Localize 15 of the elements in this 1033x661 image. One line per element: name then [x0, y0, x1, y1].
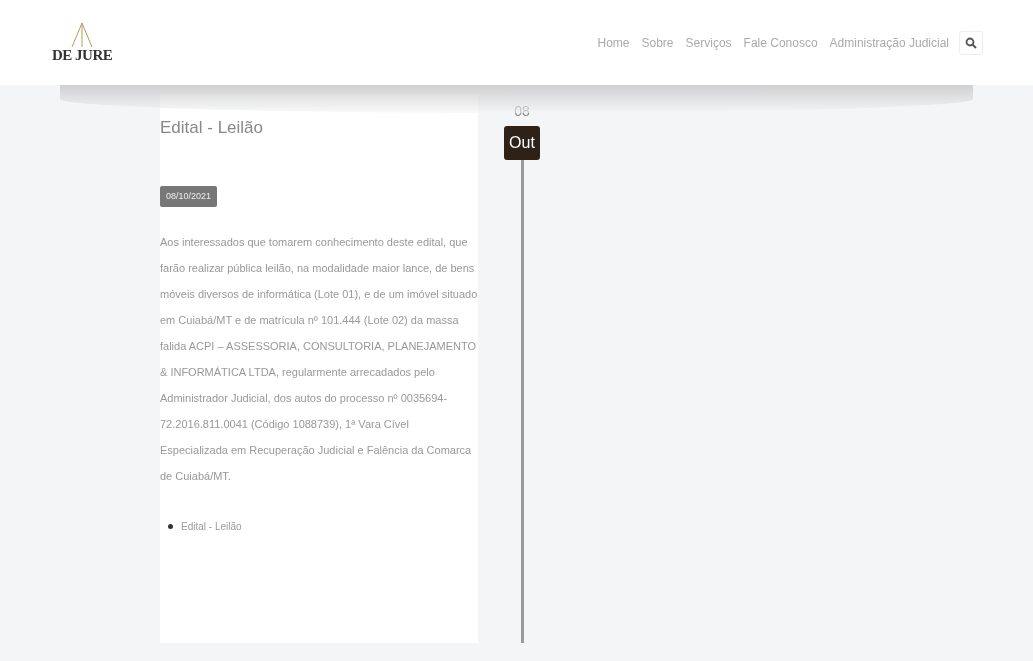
date-badge: 08/10/2021: [160, 185, 218, 207]
post-body: Aos interessados que tomarem conhecimento deste edital, que farão realizar pública leilão, na modalidade maior lance, de bens móveis diversos de informática (Lote 01), e de um imóvel situado em Cuiabá/MT e de matrícula nº 101.444 (Lote 02) da massa falida ACPI – ASSESSORIA, CONSULTORIA, PLANEJAMENTO & INFORMÁTICA LTDA, regularmente arrecadados pelo Administrador Judicial, dos autos do processo nº 0035694-72.2016.811.0041 (Código 1088739), 1ª Vara Cível Especializada em Recuperação Judicial e Falência da Comarca de Cuiabá/MT.: [160, 235, 478, 484]
bullet-icon: [168, 524, 173, 529]
timeline-day: 08: [514, 101, 530, 122]
search-button[interactable]: [959, 30, 983, 55]
nav-link[interactable]: Fale Conosco: [737, 29, 824, 56]
search-icon: [965, 36, 977, 49]
nav-link[interactable]: Sobre: [635, 29, 680, 56]
logo-text: DE JURE: [52, 48, 113, 63]
timeline-month: Out: [504, 126, 540, 160]
post-title: Edital - Leilão: [160, 117, 264, 139]
attachment-link[interactable]: Edital - Leilão: [181, 519, 242, 534]
nav-link[interactable]: Home: [591, 29, 636, 56]
nav-link[interactable]: Serviços: [679, 29, 738, 56]
nav-link[interactable]: Administração Judicial: [823, 29, 955, 56]
